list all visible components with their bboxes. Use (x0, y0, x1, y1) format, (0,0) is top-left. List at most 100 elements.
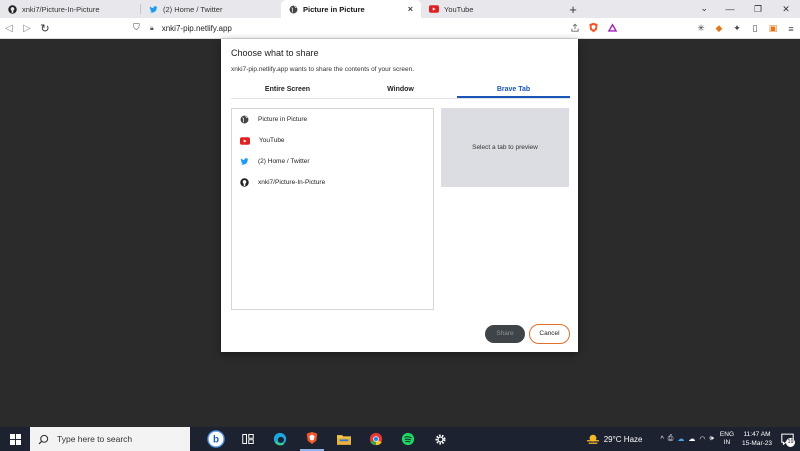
tab-strip: xnki7/Picture-In-Picture (2) Home / Twit… (0, 0, 800, 18)
github-icon (240, 178, 249, 187)
sidebar-icon[interactable]: ▯ (746, 23, 764, 34)
preview-text: Select a tab to preview (472, 144, 538, 151)
taskbar: Type here to search b 29°C Haze ^ ⎙ ☁ ☁ … (0, 427, 800, 451)
tab-brave-tab[interactable]: Brave Tab (457, 83, 570, 98)
weather-haze-icon (586, 434, 599, 444)
file-explorer-button[interactable] (332, 427, 356, 451)
address-text: xnki7-pip.netlify.app (161, 24, 232, 33)
globe-icon (289, 5, 298, 13)
lock-icon[interactable]: 🔒︎ (150, 25, 154, 33)
task-view-icon (242, 434, 254, 444)
spotify-icon (401, 432, 415, 446)
forward-icon[interactable]: ▷ (18, 23, 36, 34)
list-item[interactable]: Picture in Picture (232, 109, 433, 130)
wallet-icon[interactable]: ▣ (764, 23, 782, 34)
folder-icon (337, 435, 351, 445)
tab-source-list: Picture in Picture YouTube (2) Home / Tw… (231, 108, 434, 310)
bug-icon[interactable]: ✳ (692, 23, 710, 34)
address-bar[interactable]: 🔒︎ xnki7-pip.netlify.app (150, 21, 622, 36)
volume-icon[interactable]: 🕪︎ (710, 435, 714, 443)
tab-window[interactable]: Window (344, 83, 457, 98)
start-button[interactable] (0, 427, 30, 451)
list-item-label: Picture in Picture (258, 116, 308, 123)
github-icon (8, 4, 17, 14)
browser-tab-github[interactable]: xnki7/Picture-In-Picture (0, 0, 140, 18)
share-source-tabs: Entire Screen Window Brave Tab (231, 83, 570, 99)
share-dialog: Choose what to share xnki7-pip.netlify.a… (221, 39, 578, 352)
weather-text: 29°C Haze (603, 434, 643, 444)
browser-tab-title: Picture in Picture (303, 4, 365, 14)
brave-rewards-icon[interactable] (607, 22, 618, 33)
system-tray: 29°C Haze ^ ⎙ ☁ ☁ ◠ 🕪︎ ENG IN 11:47 AM 1… (586, 427, 800, 451)
chevron-up-icon[interactable]: ^ (660, 436, 663, 443)
list-item[interactable]: xnki7/Picture-In-Picture (232, 172, 433, 193)
notification-button[interactable]: 19 (778, 430, 796, 448)
list-item-label: xnki7/Picture-In-Picture (258, 179, 326, 186)
metamask-icon[interactable]: ◆ (710, 23, 728, 34)
clock[interactable]: 11:47 AM 15-Mar-23 (742, 430, 772, 448)
bing-icon: b (207, 430, 225, 448)
task-view-button[interactable] (236, 427, 260, 451)
close-icon[interactable]: × (408, 4, 413, 14)
browser-tab-title: xnki7/Picture-In-Picture (22, 4, 100, 14)
tab-entire-screen[interactable]: Entire Screen (231, 83, 344, 98)
window-controls: — ❐ ✕ (716, 0, 800, 18)
settings-button[interactable] (428, 427, 452, 451)
cancel-button[interactable]: Cancel (529, 324, 570, 344)
language-indicator[interactable]: ENG IN (720, 431, 734, 447)
chrome-icon (369, 432, 383, 446)
youtube-icon (240, 136, 250, 145)
back-icon[interactable]: ◁ (0, 23, 18, 34)
browser-tab-title: YouTube (444, 4, 474, 14)
bookmark-icon[interactable]: ⛉ (133, 22, 140, 33)
language-region: IN (723, 439, 731, 446)
list-item-label: YouTube (259, 137, 285, 144)
clock-time: 11:47 AM (743, 431, 771, 438)
chrome-button[interactable] (364, 427, 388, 451)
share-button[interactable]: Share (485, 325, 525, 343)
language-code: ENG (719, 431, 735, 438)
brave-shield-icon[interactable] (588, 22, 599, 33)
minimize-button[interactable]: — (716, 4, 744, 14)
spotify-button[interactable] (396, 427, 420, 451)
globe-icon (240, 115, 249, 124)
cloud-icon[interactable]: ☁ (688, 435, 695, 443)
browser-tab-twitter[interactable]: (2) Home / Twitter (141, 0, 281, 18)
weather-widget[interactable]: 29°C Haze (586, 433, 643, 445)
browser-tab-active[interactable]: Picture in Picture × (281, 0, 421, 18)
browser-tab-youtube[interactable]: YouTube (421, 0, 561, 18)
omnibox-actions (570, 22, 618, 33)
brave-button[interactable] (300, 427, 324, 451)
wifi-icon[interactable]: ◠ (699, 435, 705, 443)
reload-icon[interactable]: ↻ (36, 22, 54, 35)
onedrive-icon[interactable]: ☁ (677, 435, 684, 443)
windows-icon (9, 433, 21, 445)
search-placeholder: Type here to search (57, 434, 133, 444)
meet-now-icon[interactable]: ⎙ (668, 435, 674, 443)
dialog-title: Choose what to share (231, 48, 319, 58)
dialog-subtitle: xnki7-pip.netlify.app wants to share the… (231, 66, 415, 73)
twitter-icon (240, 158, 249, 165)
preview-pane: Select a tab to preview (441, 108, 569, 187)
youtube-icon (429, 5, 439, 13)
twitter-icon (149, 5, 158, 13)
gear-icon (434, 433, 446, 445)
close-window-button[interactable]: ✕ (772, 4, 800, 15)
svg-text:b: b (213, 435, 219, 446)
new-tab-button[interactable]: + (561, 0, 585, 18)
list-item[interactable]: (2) Home / Twitter (232, 151, 433, 172)
taskbar-search[interactable]: Type here to search (30, 427, 190, 451)
edge-icon (273, 432, 287, 446)
list-item[interactable]: YouTube (232, 130, 433, 151)
puzzle-icon[interactable]: ✦ (728, 23, 746, 34)
extensions-area: ✳ ◆ ✦ ▯ ▣ ≡ (692, 18, 800, 39)
maximize-button[interactable]: ❐ (744, 4, 772, 15)
clock-date: 15-Mar-23 (742, 440, 772, 447)
share-icon[interactable] (570, 23, 580, 33)
bing-button[interactable]: b (204, 427, 228, 451)
menu-icon[interactable]: ≡ (782, 24, 800, 34)
edge-button[interactable] (268, 427, 292, 451)
chevron-down-icon[interactable]: ⌄ (700, 3, 708, 14)
tray-icons: ^ ⎙ ☁ ☁ ◠ 🕪︎ (660, 435, 713, 443)
pinned-apps: b (204, 427, 452, 451)
